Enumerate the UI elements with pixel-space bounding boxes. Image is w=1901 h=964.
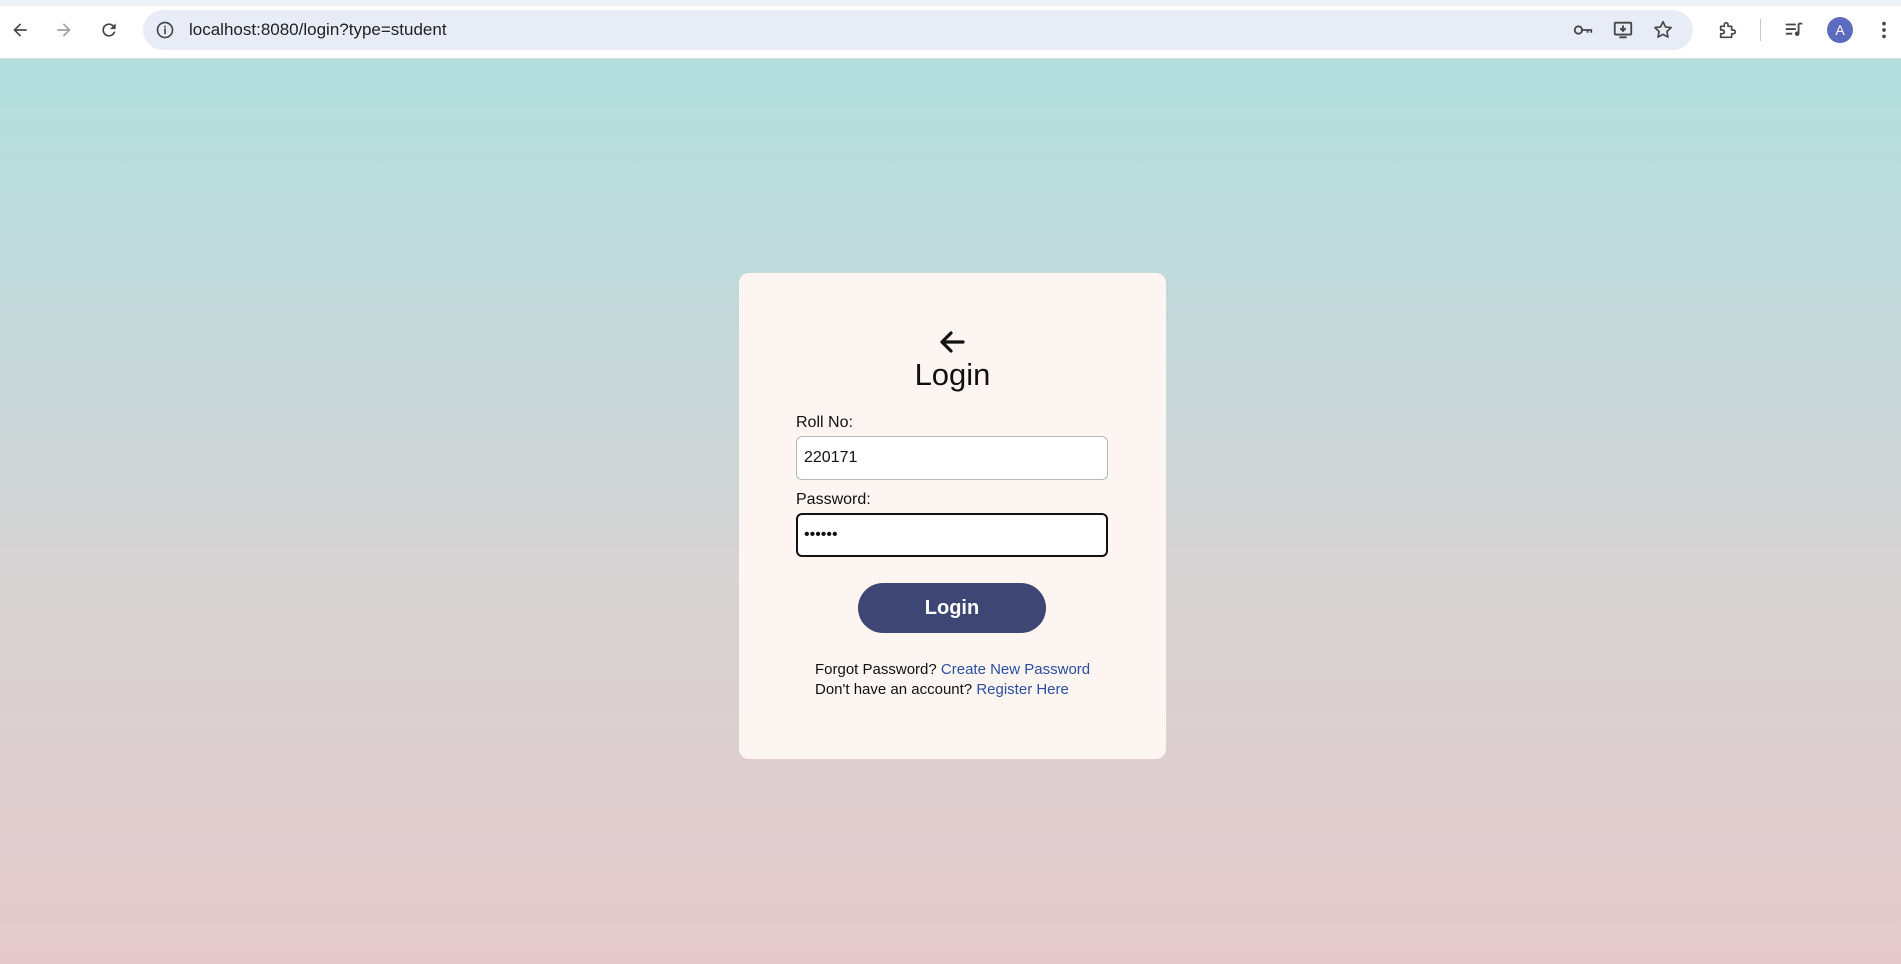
info-icon: [156, 21, 174, 39]
password-input[interactable]: [796, 513, 1108, 557]
tab-strip-edge: [0, 0, 1901, 6]
back-link[interactable]: [937, 329, 967, 355]
browser-menu-button[interactable]: [1869, 15, 1899, 45]
password-manager-button[interactable]: [1569, 16, 1597, 44]
forward-button[interactable]: [47, 13, 81, 47]
forgot-password-line: Forgot Password? Create New Password: [815, 661, 1090, 678]
create-new-password-link[interactable]: Create New Password: [941, 661, 1090, 678]
reload-icon: [102, 23, 116, 37]
address-bar[interactable]: localhost:8080/login?type=student: [143, 10, 1693, 50]
key-icon: [1573, 25, 1593, 35]
install-icon: [1613, 21, 1633, 39]
more-vert-icon: [1882, 21, 1886, 39]
media-queue-icon: [1785, 22, 1803, 36]
toolbar-divider: [1760, 19, 1761, 41]
arrow-right-icon: [57, 23, 71, 37]
site-info-button[interactable]: [151, 16, 179, 44]
arrow-left-icon: [940, 331, 965, 353]
login-button[interactable]: Login: [858, 583, 1046, 633]
forgot-password-text: Forgot Password?: [815, 661, 937, 678]
rollno-input[interactable]: [796, 436, 1108, 480]
password-label: Password:: [796, 491, 871, 508]
bookmark-button[interactable]: [1649, 16, 1677, 44]
url-text[interactable]: localhost:8080/login?type=student: [189, 10, 447, 50]
rollno-label: Roll No:: [796, 414, 853, 431]
register-line: Don't have an account? Register Here: [815, 681, 1069, 698]
page-background: Login Roll No: Password: Login Forgot Pa…: [0, 59, 1901, 964]
register-prompt-text: Don't have an account?: [815, 681, 973, 698]
page-title: Login: [914, 357, 991, 392]
browser-toolbar: localhost:8080/login?type=student A: [0, 0, 1901, 59]
media-controls-button[interactable]: [1779, 15, 1809, 45]
login-card: Login Roll No: Password: Login Forgot Pa…: [739, 273, 1166, 759]
register-link[interactable]: Register Here: [976, 681, 1069, 698]
arrow-left-icon: [13, 23, 27, 37]
star-icon: [1654, 20, 1672, 38]
extensions-button[interactable]: [1713, 15, 1743, 45]
reload-button[interactable]: [92, 13, 126, 47]
back-button[interactable]: [3, 13, 37, 47]
profile-avatar[interactable]: A: [1827, 17, 1853, 43]
install-app-button[interactable]: [1609, 16, 1637, 44]
puzzle-icon: [1719, 21, 1737, 39]
